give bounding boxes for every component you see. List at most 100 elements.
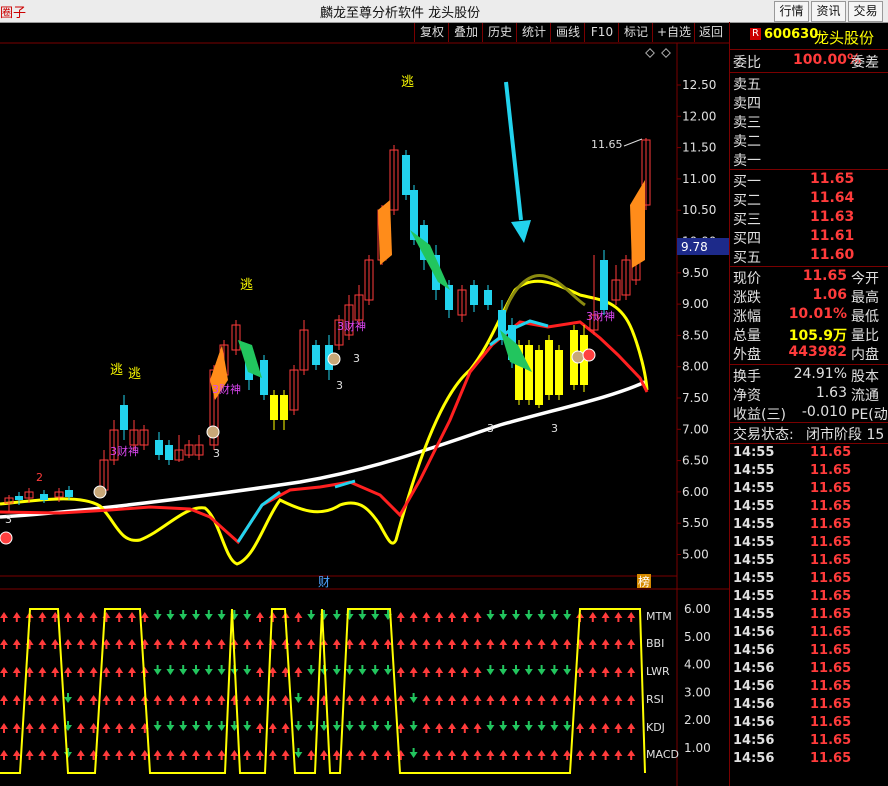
candle-down xyxy=(600,260,608,310)
sell-level-row[interactable]: 卖四 xyxy=(730,93,888,112)
sell-level-label: 卖三 xyxy=(733,115,761,131)
buy-level-price: 11.60 xyxy=(810,247,855,263)
market-button[interactable]: 行情 xyxy=(774,1,809,22)
buy-level-row[interactable]: 买一 11.65 xyxy=(730,171,888,190)
signal-number: 3 xyxy=(336,379,343,392)
indicator-axis-label: 3.00 xyxy=(684,685,711,699)
sell-level-row[interactable]: 卖二 xyxy=(730,131,888,150)
stat-label-2: 内盘 xyxy=(851,347,879,363)
chart-background xyxy=(0,43,729,786)
sell-level-label: 卖一 xyxy=(733,153,761,169)
stat-value: -0.010 xyxy=(801,404,847,420)
price-axis-label: 9.00 xyxy=(682,297,709,311)
sell-level-row[interactable]: 卖三 xyxy=(730,112,888,131)
tick-row: 14:55 11.65 xyxy=(730,445,888,463)
indicator-axis-label: 5.00 xyxy=(684,630,711,644)
price-axis-label: 9.50 xyxy=(682,266,709,280)
price-axis-label: 5.00 xyxy=(682,548,709,562)
tick-price: 11.65 xyxy=(810,481,852,496)
escape-signal: 逃 xyxy=(110,363,123,378)
stat-value: 1.63 xyxy=(815,385,847,401)
separator xyxy=(730,169,888,170)
candle-down xyxy=(65,490,73,497)
stat-label: 涨幅 xyxy=(733,309,761,325)
tick-time: 14:55 xyxy=(733,481,775,496)
kline-chart[interactable]: 12.5012.0011.5011.0010.5010.009.509.008.… xyxy=(0,0,729,786)
stock-header: R 600630 龙头股份 xyxy=(730,27,888,47)
price-axis-label: 11.00 xyxy=(682,172,716,186)
price-axis-label: 11.50 xyxy=(682,141,716,155)
stat-label: 涨跌 xyxy=(733,290,761,306)
buy-level-row[interactable]: 买五 11.60 xyxy=(730,247,888,266)
signal-number: 3 xyxy=(5,513,12,526)
tick-time: 14:55 xyxy=(733,445,775,460)
signal-number: 3 xyxy=(487,422,494,435)
stat-label: 净资 xyxy=(733,388,761,404)
buy-level-row[interactable]: 买三 11.63 xyxy=(730,209,888,228)
trade-status-value: 闭市阶段 15 xyxy=(806,427,885,443)
tick-time: 14:55 xyxy=(733,463,775,478)
tick-time: 14:56 xyxy=(733,643,775,658)
buy-level-row[interactable]: 买二 11.64 xyxy=(730,190,888,209)
signal-number: 3 xyxy=(551,422,558,435)
buy-level-label: 买三 xyxy=(733,212,761,228)
buy-level-label: 买一 xyxy=(733,174,761,190)
indicator-axis-label: 4.00 xyxy=(684,658,711,672)
tick-row: 14:55 11.65 xyxy=(730,571,888,589)
stat-label-2: 最高 xyxy=(851,290,879,306)
separator xyxy=(730,422,888,423)
trade-button[interactable]: 交易 xyxy=(848,1,883,22)
tick-row: 14:55 11.65 xyxy=(730,535,888,553)
stock-name: 龙头股份 xyxy=(814,29,875,47)
candle-yellow xyxy=(270,395,278,420)
candle-down xyxy=(40,494,48,500)
tick-time: 14:55 xyxy=(733,517,775,532)
high-price-label: 11.65 xyxy=(591,138,623,151)
stat-value: 105.9万 xyxy=(788,328,847,344)
candle-down xyxy=(410,190,418,240)
stat-label-2: 股本 xyxy=(851,369,879,385)
tick-time: 14:56 xyxy=(733,661,775,676)
stat-row: 涨跌 1.06 最高 xyxy=(730,287,888,306)
news-button[interactable]: 资讯 xyxy=(811,1,846,22)
indicator-label-kdj: KDJ xyxy=(646,721,665,734)
candle-yellow xyxy=(545,340,553,395)
candle-down xyxy=(484,290,492,305)
tick-time: 14:55 xyxy=(733,607,775,622)
sell-level-row[interactable]: 卖五 xyxy=(730,74,888,93)
stat-label-2: 量比 xyxy=(851,328,879,344)
candle-down xyxy=(312,345,320,365)
tick-price: 11.65 xyxy=(810,661,852,676)
price-axis-label: 6.00 xyxy=(682,485,709,499)
tick-row: 14:55 11.65 xyxy=(730,481,888,499)
price-axis-label: 8.00 xyxy=(682,360,709,374)
sell-level-row[interactable]: 卖一 xyxy=(730,150,888,169)
sell-level-label: 卖二 xyxy=(733,134,761,150)
price-axis-label: 5.50 xyxy=(682,516,709,530)
escape-signal: 逃 xyxy=(128,367,141,382)
tick-price: 11.65 xyxy=(810,625,852,640)
tick-row: 14:56 11.65 xyxy=(730,679,888,697)
stat-row: 总量 105.9万 量比 xyxy=(730,325,888,344)
stat-label: 换手 xyxy=(733,369,761,385)
indicator-label-bbi: BBI xyxy=(646,637,664,650)
quote-panel: R 600630 龙头股份 委比 100.00% 委差 卖五 卖四 卖三 卖二 卖一 买一… xyxy=(729,22,888,786)
god-of-wealth-signal: 3财神 xyxy=(212,382,241,396)
stat-value: 24.91% xyxy=(793,366,847,382)
tick-price: 11.65 xyxy=(810,697,852,712)
stat-row: 外盘 443982 内盘 xyxy=(730,344,888,363)
tick-time: 14:56 xyxy=(733,625,775,640)
separator xyxy=(730,266,888,267)
sell-level-label: 卖五 xyxy=(733,77,761,93)
price-axis-label: 6.50 xyxy=(682,454,709,468)
tick-price: 11.65 xyxy=(810,499,852,514)
tick-price: 11.65 xyxy=(810,535,852,550)
buy-level-price: 11.63 xyxy=(810,209,855,225)
stat-row: 收益(三) -0.010 PE(动 xyxy=(730,404,888,423)
stat-value: 10.01% xyxy=(788,306,847,322)
trade-status-row: 交易状态: 闭市阶段 15 xyxy=(730,424,888,443)
tick-price: 11.65 xyxy=(810,751,852,766)
buy-level-label: 买五 xyxy=(733,250,761,266)
sell-level-label: 卖四 xyxy=(733,96,761,112)
buy-level-row[interactable]: 买四 11.61 xyxy=(730,228,888,247)
